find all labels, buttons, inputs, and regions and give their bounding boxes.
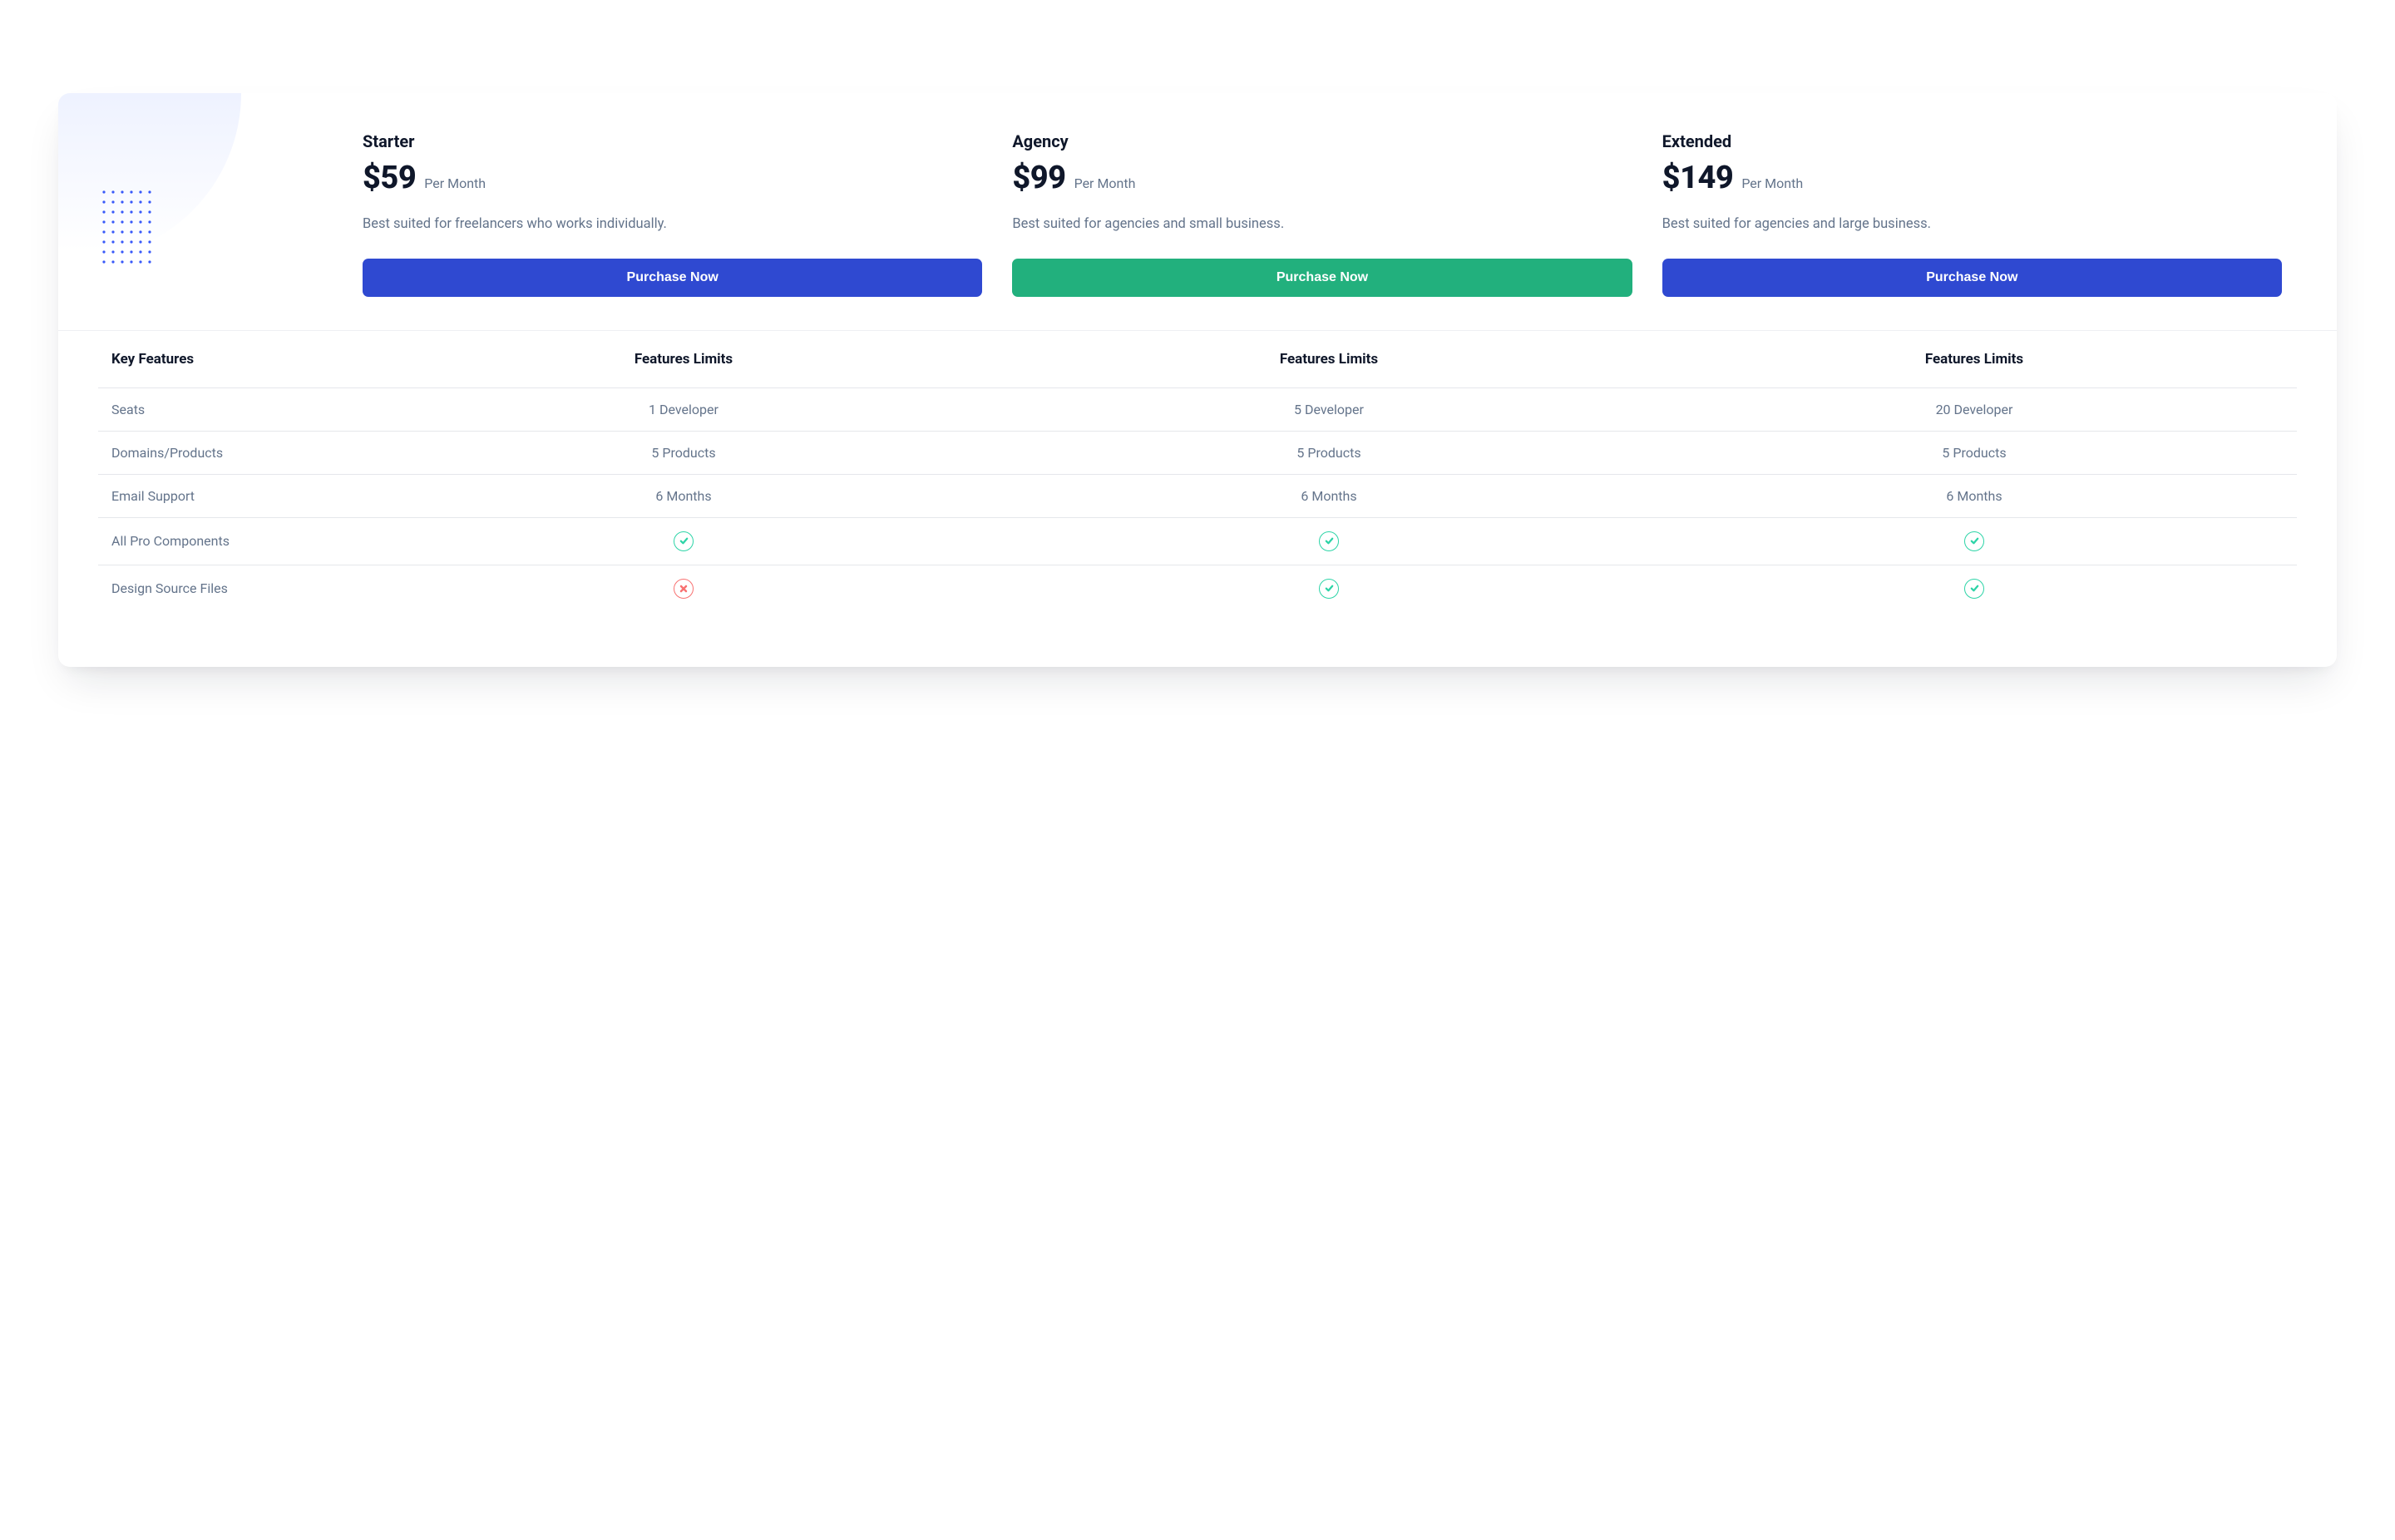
check-icon [1964, 579, 1984, 599]
feature-cell: 5 Developer [1006, 402, 1652, 417]
table-row: Email Support6 Months6 Months6 Months [98, 475, 2297, 518]
plan-period: Per Month [1074, 175, 1136, 191]
feature-cell [1652, 531, 2297, 551]
table-row: Domains/Products5 Products5 Products5 Pr… [98, 432, 2297, 475]
plan-extended: Extended $149 Per Month Best suited for … [1647, 131, 2297, 297]
check-icon [1319, 579, 1339, 599]
table-header-cell: Features Limits [1652, 351, 2297, 368]
feature-label: Seats [98, 402, 361, 417]
table-row: All Pro Components [98, 518, 2297, 565]
check-icon [1964, 531, 1984, 551]
table-header-row: Key Features Features Limits Features Li… [98, 331, 2297, 388]
plan-period: Per Month [1741, 175, 1803, 191]
plan-starter: Starter $59 Per Month Best suited for fr… [348, 131, 997, 297]
feature-cell: 5 Products [1652, 445, 2297, 461]
plan-description: Best suited for freelancers who works in… [363, 215, 982, 235]
feature-cell: 5 Products [361, 445, 1006, 461]
feature-label: All Pro Components [98, 533, 361, 549]
plan-agency: Agency $99 Per Month Best suited for age… [997, 131, 1647, 297]
plan-price: $59 [363, 160, 416, 196]
plan-description: Best suited for agencies and small busin… [1012, 215, 1632, 235]
cross-icon [674, 579, 694, 599]
feature-cell: 5 Products [1006, 445, 1652, 461]
feature-label: Domains/Products [98, 445, 361, 461]
plan-price: $149 [1662, 160, 1734, 196]
table-row: Seats1 Developer5 Developer20 Developer [98, 388, 2297, 432]
feature-label: Email Support [98, 488, 361, 504]
check-icon [674, 531, 694, 551]
feature-cell [1006, 579, 1652, 599]
feature-cell: 1 Developer [361, 402, 1006, 417]
purchase-button-starter[interactable]: Purchase Now [363, 259, 982, 297]
feature-cell [361, 579, 1006, 599]
check-icon [1319, 531, 1339, 551]
table-header-cell: Features Limits [361, 351, 1006, 368]
plan-name: Extended [1662, 131, 2282, 151]
feature-cell: 6 Months [1652, 488, 2297, 504]
plan-period: Per Month [424, 175, 486, 191]
feature-cell [361, 531, 1006, 551]
table-header-label: Key Features [98, 351, 361, 368]
feature-cell [1652, 579, 2297, 599]
purchase-button-extended[interactable]: Purchase Now [1662, 259, 2282, 297]
purchase-button-agency[interactable]: Purchase Now [1012, 259, 1632, 297]
pricing-card: Starter $59 Per Month Best suited for fr… [58, 93, 2337, 667]
feature-cell: 20 Developer [1652, 402, 2297, 417]
feature-cell: 6 Months [361, 488, 1006, 504]
table-header-cell: Features Limits [1006, 351, 1652, 368]
table-row: Design Source Files [98, 565, 2297, 612]
plan-name: Agency [1012, 131, 1632, 151]
feature-cell [1006, 531, 1652, 551]
feature-cell: 6 Months [1006, 488, 1652, 504]
plans-row: Starter $59 Per Month Best suited for fr… [98, 131, 2297, 297]
table-body: Seats1 Developer5 Developer20 DeveloperD… [98, 388, 2297, 612]
plan-name: Starter [363, 131, 982, 151]
feature-label: Design Source Files [98, 580, 361, 596]
plan-description: Best suited for agencies and large busin… [1662, 215, 2282, 235]
plan-price: $99 [1012, 160, 1065, 196]
